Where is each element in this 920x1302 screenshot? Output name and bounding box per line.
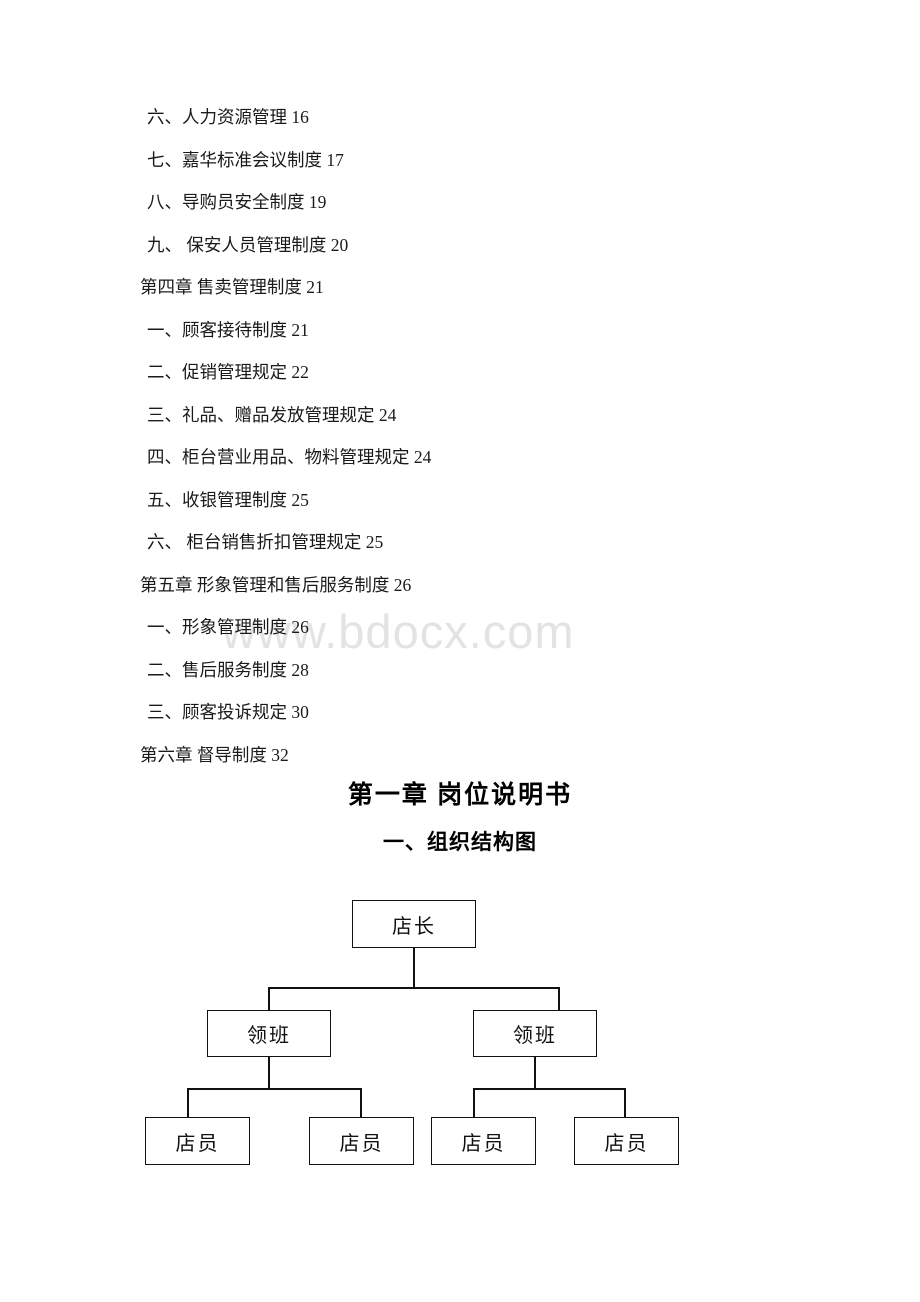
org-connector-supervisor-left-stem — [268, 987, 270, 1010]
org-connector-left-branch-bar — [187, 1088, 362, 1090]
org-connector-staff-1-stem — [187, 1088, 189, 1117]
org-connector-staff-4-stem — [624, 1088, 626, 1117]
organization-chart: 店长 领班 领班 店员 店员 店员 店员 — [0, 0, 920, 1302]
org-node-staff-3: 店员 — [431, 1117, 536, 1165]
org-connector-supervisor-right-stem — [558, 987, 560, 1010]
org-node-supervisor-left: 领班 — [207, 1010, 331, 1057]
org-node-manager: 店长 — [352, 900, 476, 948]
org-connector-right-branch-stem — [534, 1057, 536, 1088]
org-connector-right-branch-bar — [473, 1088, 626, 1090]
org-connector-manager-bar — [268, 987, 560, 989]
org-connector-staff-3-stem — [473, 1088, 475, 1117]
org-connector-left-branch-stem — [268, 1057, 270, 1088]
org-node-supervisor-right: 领班 — [473, 1010, 597, 1057]
org-node-staff-2: 店员 — [309, 1117, 414, 1165]
org-connector-manager-stem — [413, 948, 415, 987]
document-page: www.bdocx.com 六、人力资源管理 16 七、嘉华标准会议制度 17 … — [0, 0, 920, 1302]
org-node-staff-4: 店员 — [574, 1117, 679, 1165]
org-node-staff-1: 店员 — [145, 1117, 250, 1165]
org-connector-staff-2-stem — [360, 1088, 362, 1117]
